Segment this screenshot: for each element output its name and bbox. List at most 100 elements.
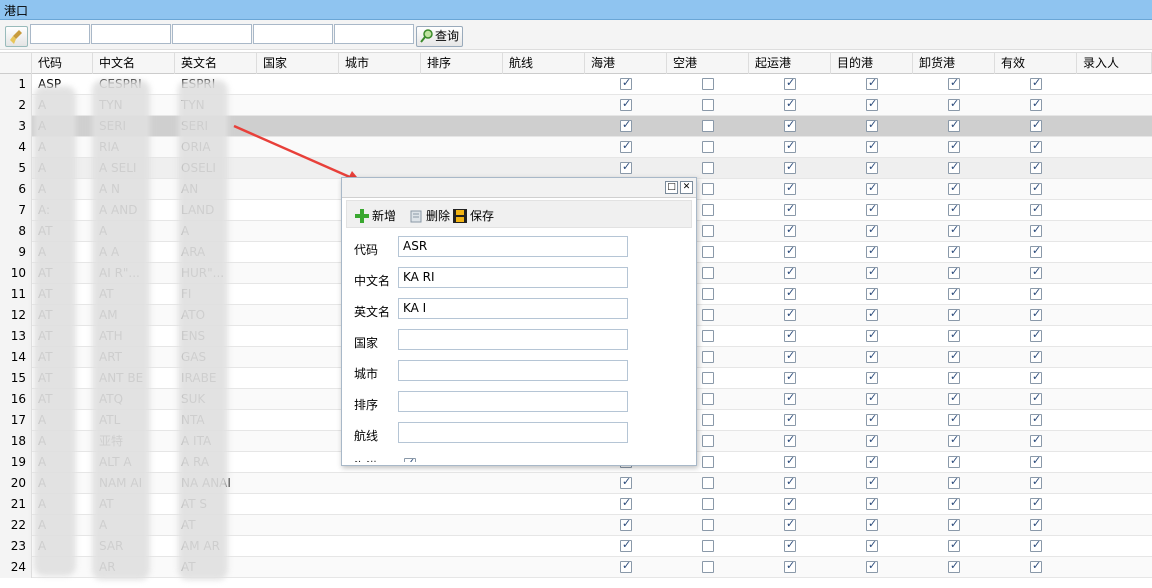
- airport-checkbox[interactable]: [702, 456, 714, 468]
- col-header-route[interactable]: 航线: [503, 53, 585, 74]
- col-header-sort[interactable]: 排序: [421, 53, 503, 74]
- col-header-cn-name[interactable]: 中文名: [93, 53, 175, 74]
- destination-port-checkbox[interactable]: [866, 76, 878, 90]
- valid-checkbox[interactable]: [1030, 475, 1042, 489]
- seaport-checkbox[interactable]: [620, 517, 632, 531]
- valid-checkbox[interactable]: [1030, 496, 1042, 510]
- origin-port-checkbox[interactable]: [784, 496, 796, 510]
- destination-port-checkbox[interactable]: [866, 202, 878, 216]
- col-header-en-name[interactable]: 英文名: [175, 53, 257, 74]
- col-header-destination-port[interactable]: 目的港: [831, 53, 913, 74]
- origin-port-checkbox[interactable]: [784, 412, 796, 426]
- discharge-port-checkbox[interactable]: [948, 391, 960, 405]
- destination-port-checkbox[interactable]: [866, 328, 878, 342]
- origin-port-checkbox[interactable]: [784, 76, 796, 90]
- valid-checkbox[interactable]: [1030, 307, 1042, 321]
- destination-port-checkbox[interactable]: [866, 517, 878, 531]
- valid-checkbox[interactable]: [1030, 97, 1042, 111]
- airport-checkbox[interactable]: [702, 351, 714, 363]
- discharge-port-checkbox[interactable]: [948, 202, 960, 216]
- field-input[interactable]: KA I: [398, 298, 628, 319]
- seaport-checkbox[interactable]: [620, 139, 632, 153]
- destination-port-checkbox[interactable]: [866, 265, 878, 279]
- discharge-port-checkbox[interactable]: [948, 454, 960, 468]
- airport-checkbox[interactable]: [702, 498, 714, 510]
- airport-checkbox[interactable]: [702, 372, 714, 384]
- origin-port-checkbox[interactable]: [784, 97, 796, 111]
- field-input[interactable]: [398, 422, 628, 443]
- airport-checkbox[interactable]: [702, 519, 714, 531]
- airport-checkbox[interactable]: [702, 393, 714, 405]
- valid-checkbox[interactable]: [1030, 517, 1042, 531]
- airport-checkbox[interactable]: [702, 162, 714, 174]
- origin-port-checkbox[interactable]: [784, 433, 796, 447]
- origin-port-checkbox[interactable]: [784, 517, 796, 531]
- discharge-port-checkbox[interactable]: [948, 118, 960, 132]
- col-header-airport[interactable]: 空港: [667, 53, 749, 74]
- filter-code-input[interactable]: [30, 24, 90, 44]
- valid-checkbox[interactable]: [1030, 538, 1042, 552]
- discharge-port-checkbox[interactable]: [948, 76, 960, 90]
- discharge-port-checkbox[interactable]: [948, 559, 960, 573]
- seaport-checkbox[interactable]: [620, 118, 632, 132]
- add-button[interactable]: 新增: [355, 207, 396, 225]
- col-header-code[interactable]: 代码: [32, 53, 93, 74]
- table-row[interactable]: 20ANAM AINA ANAI: [0, 473, 1152, 494]
- destination-port-checkbox[interactable]: [866, 244, 878, 258]
- destination-port-checkbox[interactable]: [866, 370, 878, 384]
- col-header-origin-port[interactable]: 起运港: [749, 53, 831, 74]
- destination-port-checkbox[interactable]: [866, 118, 878, 132]
- origin-port-checkbox[interactable]: [784, 265, 796, 279]
- filter-city-input[interactable]: [334, 24, 414, 44]
- col-header-valid[interactable]: 有效: [995, 53, 1077, 74]
- origin-port-checkbox[interactable]: [784, 118, 796, 132]
- origin-port-checkbox[interactable]: [784, 181, 796, 195]
- airport-checkbox[interactable]: [702, 204, 714, 216]
- field-input[interactable]: [398, 329, 628, 350]
- filter-country-input[interactable]: [253, 24, 333, 44]
- origin-port-checkbox[interactable]: [784, 391, 796, 405]
- valid-checkbox[interactable]: [1030, 223, 1042, 237]
- airport-checkbox[interactable]: [702, 183, 714, 195]
- destination-port-checkbox[interactable]: [866, 559, 878, 573]
- origin-port-checkbox[interactable]: [784, 370, 796, 384]
- table-row[interactable]: 23A SARAM AR: [0, 536, 1152, 557]
- discharge-port-checkbox[interactable]: [948, 349, 960, 363]
- valid-checkbox[interactable]: [1030, 328, 1042, 342]
- maximize-icon[interactable]: □: [665, 181, 678, 194]
- airport-checkbox[interactable]: [702, 435, 714, 447]
- valid-checkbox[interactable]: [1030, 118, 1042, 132]
- col-header-discharge-port[interactable]: 卸货港: [913, 53, 995, 74]
- origin-port-checkbox[interactable]: [784, 349, 796, 363]
- airport-checkbox[interactable]: [702, 246, 714, 258]
- field-input[interactable]: [398, 391, 628, 412]
- col-header-country[interactable]: 国家: [257, 53, 339, 74]
- filter-cn-name-input[interactable]: [91, 24, 171, 44]
- discharge-port-checkbox[interactable]: [948, 370, 960, 384]
- origin-port-checkbox[interactable]: [784, 538, 796, 552]
- airport-checkbox[interactable]: [702, 267, 714, 279]
- discharge-port-checkbox[interactable]: [948, 328, 960, 342]
- filter-en-name-input[interactable]: [172, 24, 252, 44]
- valid-checkbox[interactable]: [1030, 559, 1042, 573]
- airport-checkbox[interactable]: [702, 561, 714, 573]
- origin-port-checkbox[interactable]: [784, 160, 796, 174]
- discharge-port-checkbox[interactable]: [948, 265, 960, 279]
- destination-port-checkbox[interactable]: [866, 412, 878, 426]
- valid-checkbox[interactable]: [1030, 454, 1042, 468]
- origin-port-checkbox[interactable]: [784, 475, 796, 489]
- discharge-port-checkbox[interactable]: [948, 433, 960, 447]
- destination-port-checkbox[interactable]: [866, 286, 878, 300]
- airport-checkbox[interactable]: [702, 330, 714, 342]
- valid-checkbox[interactable]: [1030, 433, 1042, 447]
- airport-checkbox[interactable]: [702, 99, 714, 111]
- field-input[interactable]: KA RI: [398, 267, 628, 288]
- table-row[interactable]: 3ASERISERI: [0, 116, 1152, 137]
- table-row[interactable]: 2ATYNTYN: [0, 95, 1152, 116]
- valid-checkbox[interactable]: [1030, 286, 1042, 300]
- save-button[interactable]: 保存: [453, 207, 494, 225]
- airport-checkbox[interactable]: [702, 141, 714, 153]
- airport-checkbox[interactable]: [702, 309, 714, 321]
- discharge-port-checkbox[interactable]: [948, 412, 960, 426]
- field-input[interactable]: [398, 360, 628, 381]
